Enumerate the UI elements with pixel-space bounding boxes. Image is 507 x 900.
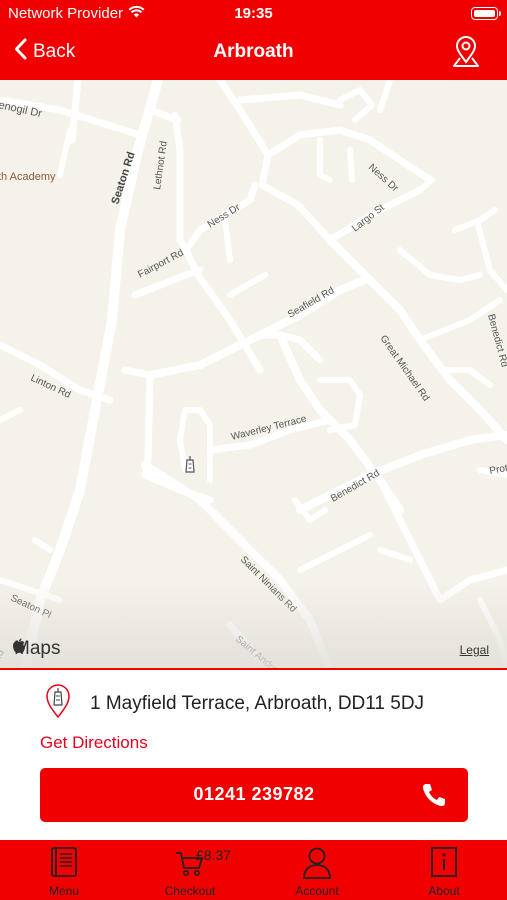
street-label: Rd (0, 648, 7, 665)
street-label: th Academy (0, 171, 56, 183)
street-label: Benedict Rd (485, 313, 507, 368)
street-label: Waverley Terrace (230, 413, 308, 442)
cart-total: £8.37 (196, 847, 232, 863)
tab-menu[interactable]: Menu (14, 840, 114, 900)
tab-bar: Menu £8.37 Checkout Account About (0, 840, 507, 900)
map-pin-icon (451, 36, 481, 72)
get-directions-link[interactable]: Get Directions (40, 733, 148, 753)
call-button[interactable]: 01241 239782 (40, 768, 468, 822)
street-label: Ness Dr (366, 162, 401, 195)
tab-checkout[interactable]: £8.37 Checkout (140, 840, 240, 900)
street-label: Largo St (350, 202, 387, 234)
street-label: Fairport Rd (136, 247, 185, 280)
top-bar: Network Provider 19:35 Back Arbroath (0, 0, 507, 80)
street-label: Seaton Rd (109, 150, 137, 205)
page-title: Arbroath (213, 41, 294, 62)
map-pin-button[interactable] (451, 36, 481, 73)
address-text: 1 Mayfield Terrace, Arbroath, DD11 5DJ (90, 692, 425, 714)
tab-about[interactable]: About (394, 840, 494, 900)
street-label: Saint Ninians Rd (238, 554, 298, 614)
map-divider (0, 668, 507, 670)
tab-account-label: Account (295, 884, 339, 898)
street-label: Great Michael Rd (378, 333, 432, 403)
phone-number: 01241 239782 (193, 784, 315, 804)
street-label: Benedict Rd (329, 468, 382, 505)
location-pin-icon (44, 683, 72, 724)
tab-menu-label: Menu (48, 884, 80, 898)
status-time: 19:35 (234, 5, 273, 22)
info-icon (430, 846, 458, 883)
phone-icon (420, 781, 448, 814)
legal-link[interactable]: Legal (460, 643, 489, 657)
map-view[interactable]: enogil Dr Seaton Rd th Academy Lethnot Rd Ne… (0, 80, 507, 670)
person-icon (302, 846, 332, 885)
nav-bar: Back Arbroath (0, 28, 507, 80)
maps-attribution: Maps (12, 638, 60, 660)
status-bar: Network Provider 19:35 (0, 0, 507, 28)
street-label: Prot (489, 463, 507, 477)
battery-icon (471, 7, 501, 20)
street-label: enogil Dr (0, 99, 43, 120)
tab-about-label: About (428, 884, 460, 898)
street-label: Seaton Pl (9, 593, 53, 621)
address-row: 1 Mayfield Terrace, Arbroath, DD11 5DJ (44, 683, 424, 724)
tab-checkout-label: Checkout (164, 884, 216, 898)
street-label: Lethnot Rd (152, 140, 170, 190)
street-label: Linton Rd (29, 373, 72, 401)
street-label: Ness Dr (206, 202, 243, 231)
street-label: Saint Andrew (233, 634, 286, 670)
street-label: Seafield Rd (286, 285, 336, 320)
menu-book-icon (49, 846, 79, 883)
tab-account[interactable]: Account (267, 840, 367, 900)
